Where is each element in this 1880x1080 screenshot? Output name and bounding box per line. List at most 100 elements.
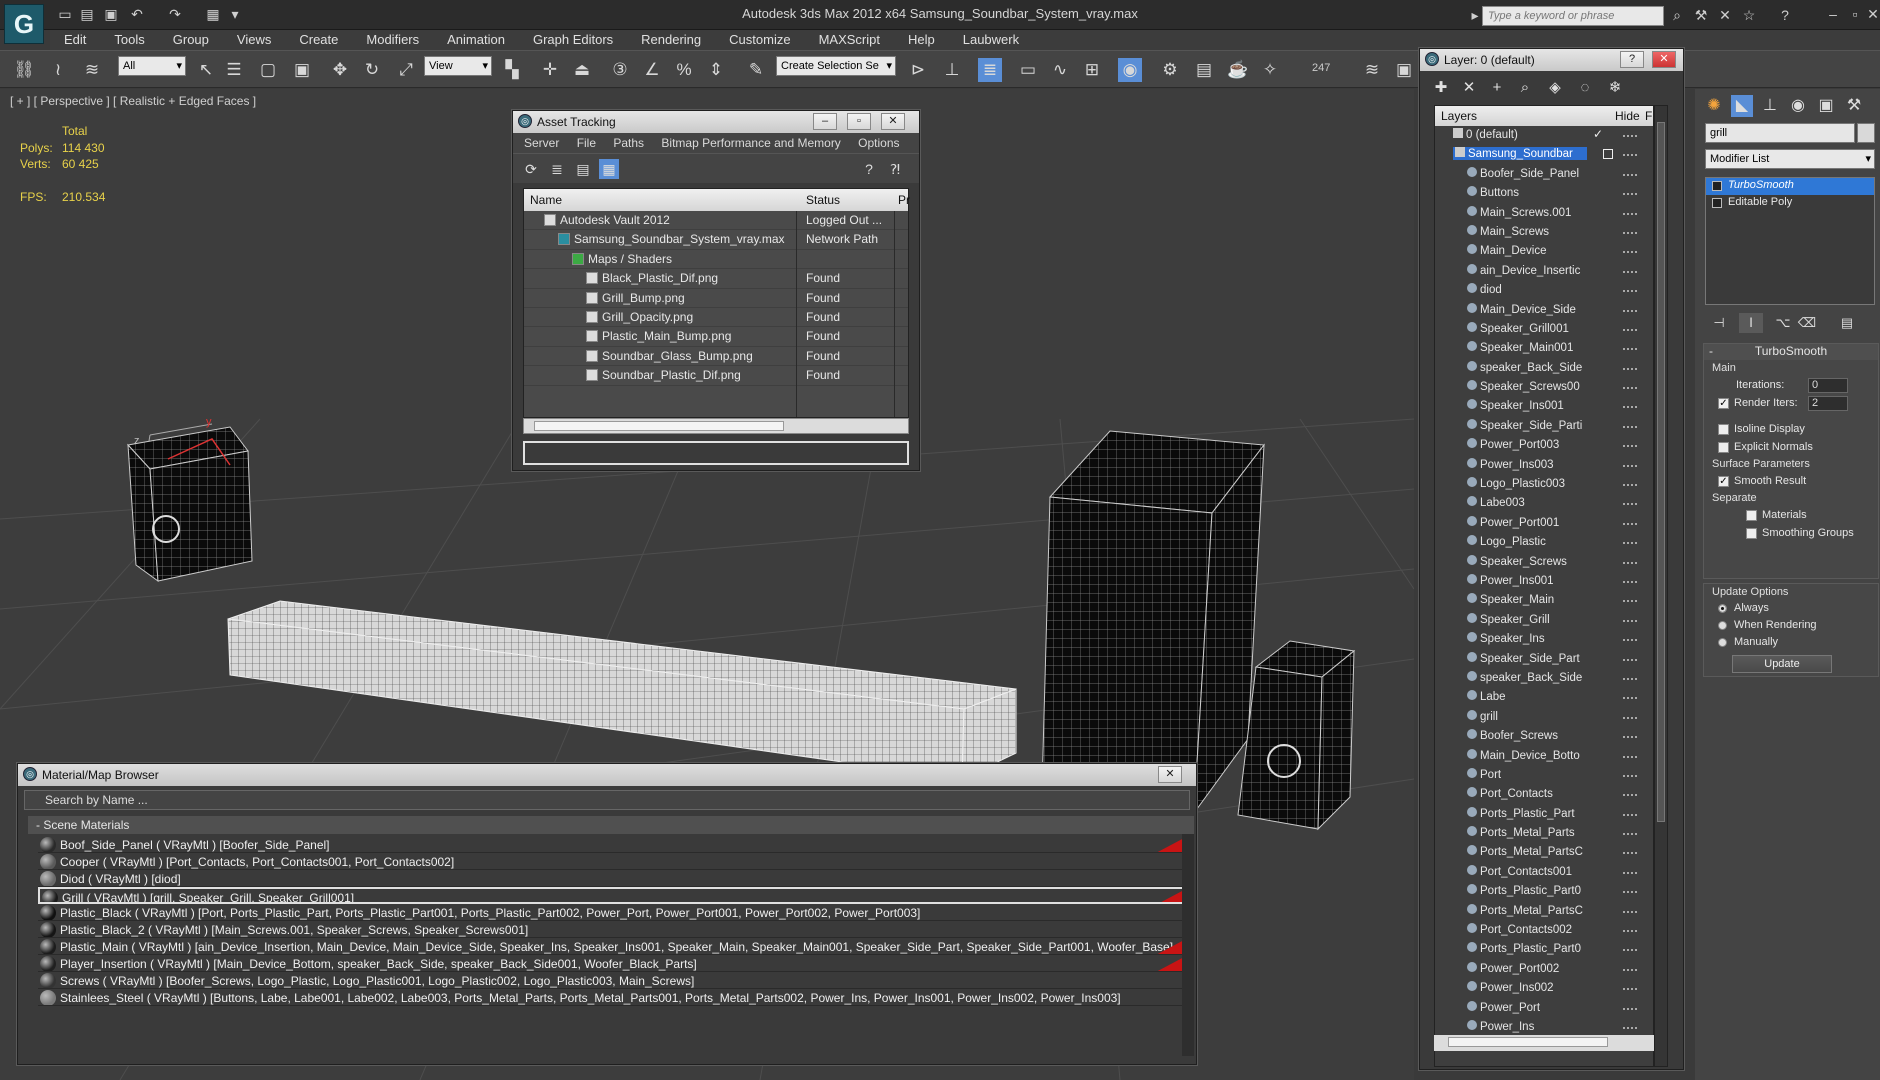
menu-group[interactable]: Group bbox=[159, 30, 223, 47]
asset-help-icon[interactable]: ? bbox=[859, 159, 879, 179]
update-when-rendering-radio[interactable] bbox=[1718, 621, 1727, 630]
layer-object-row[interactable]: Boofer_Screws bbox=[1435, 727, 1653, 746]
hide-toggle[interactable] bbox=[1623, 173, 1637, 176]
create-layer-icon[interactable]: ✚ bbox=[1430, 78, 1452, 98]
pivot-center-icon[interactable]: ▚ bbox=[500, 58, 524, 82]
render-iters-checkbox[interactable]: ✓ bbox=[1718, 398, 1729, 409]
material-vertical-scrollbar[interactable] bbox=[1182, 834, 1194, 1056]
layer-window-titlebar[interactable]: ◎ Layer: 0 (default) ? ✕ bbox=[1420, 49, 1683, 71]
toolbar-extra2-icon[interactable]: ▣ bbox=[1392, 58, 1416, 82]
add-to-layer-icon[interactable]: + bbox=[1486, 78, 1508, 98]
material-row[interactable]: Stainlees_Steel ( VRayMtl ) [Buttons, La… bbox=[38, 989, 1188, 1006]
configure-sets-icon[interactable]: ▤ bbox=[1835, 313, 1859, 333]
create-tab-icon[interactable]: ✺ bbox=[1703, 95, 1725, 117]
layer-object-row[interactable]: Power_Port002 bbox=[1435, 960, 1653, 979]
layer-object-row[interactable]: Ports_Metal_Parts bbox=[1435, 824, 1653, 843]
hide-toggle[interactable] bbox=[1623, 522, 1637, 525]
delete-layer-icon[interactable]: ✕ bbox=[1458, 78, 1480, 98]
asset-row[interactable]: Soundbar_Plastic_Dif.png Found bbox=[524, 366, 908, 386]
layer-object-row[interactable]: Ports_Plastic_Part bbox=[1435, 805, 1653, 824]
material-search-input[interactable]: Search by Name ... bbox=[24, 790, 1190, 810]
remove-modifier-icon[interactable]: ⌫ bbox=[1795, 313, 1819, 333]
layer-object-row[interactable]: Port_Contacts002 bbox=[1435, 921, 1653, 940]
hide-toggle[interactable] bbox=[1623, 968, 1637, 971]
freeze-all-icon[interactable]: ❄ bbox=[1604, 78, 1626, 98]
subscription-icon[interactable]: ⚒ bbox=[1692, 6, 1710, 24]
keyboard-shortcut-icon[interactable]: ⏏ bbox=[570, 58, 594, 82]
asset-minimize-icon[interactable]: – bbox=[813, 113, 837, 130]
hide-toggle[interactable] bbox=[1623, 425, 1637, 428]
hide-toggle[interactable] bbox=[1623, 1007, 1637, 1010]
layer-row[interactable]: 0 (default) ✓ bbox=[1435, 126, 1653, 145]
layer-manager-icon[interactable]: ≣ bbox=[978, 58, 1002, 82]
layer-row[interactable]: Samsung_Soundbar bbox=[1435, 145, 1653, 164]
asset-row[interactable]: Grill_Bump.png Found bbox=[524, 289, 908, 308]
mirror-icon[interactable]: ⊳ bbox=[906, 58, 930, 82]
hide-toggle[interactable] bbox=[1623, 251, 1637, 254]
hide-toggle[interactable] bbox=[1623, 949, 1637, 952]
help-icon[interactable]: ? bbox=[1776, 6, 1794, 24]
smoothing-groups-checkbox[interactable] bbox=[1746, 528, 1757, 539]
material-row[interactable]: Diod ( VRayMtl ) [diod] bbox=[38, 870, 1188, 887]
menu-laubwerk[interactable]: Laubwerk bbox=[949, 30, 1033, 47]
layer-object-row[interactable]: speaker_Back_Side bbox=[1435, 359, 1653, 378]
menu-modifiers[interactable]: Modifiers bbox=[352, 30, 433, 47]
communication-icon[interactable]: ✕ bbox=[1716, 6, 1734, 24]
hide-toggle[interactable] bbox=[1623, 794, 1637, 797]
close-icon[interactable]: ✕ bbox=[1862, 4, 1880, 24]
menu-animation[interactable]: Animation bbox=[433, 30, 519, 47]
asset-scroll-thumb[interactable] bbox=[534, 421, 784, 431]
schematic-view-icon[interactable]: ⊞ bbox=[1080, 58, 1104, 82]
hide-toggle[interactable] bbox=[1623, 212, 1637, 215]
material-row[interactable]: Plastic_Black ( VRayMtl ) [Port, Ports_P… bbox=[38, 904, 1188, 921]
hide-toggle[interactable] bbox=[1623, 833, 1637, 836]
menu-maxscript[interactable]: MAXScript bbox=[805, 30, 894, 47]
quick-access-dropdown-icon[interactable]: ▾ bbox=[226, 5, 244, 23]
asset-maximize-icon[interactable]: ▫ bbox=[847, 113, 871, 130]
asset-menu-paths[interactable]: Paths bbox=[613, 136, 644, 150]
undo-icon[interactable]: ↶ bbox=[128, 5, 146, 23]
graphite-tools-icon[interactable]: ▭ bbox=[1016, 58, 1040, 82]
asset-row[interactable]: Black_Plastic_Dif.png Found bbox=[524, 269, 908, 289]
stack-item-editable-poly[interactable]: Editable Poly bbox=[1706, 195, 1874, 212]
subwoofer-mesh[interactable] bbox=[1041, 430, 1265, 815]
material-row[interactable]: Player_Insertion ( VRayMtl ) [Main_Devic… bbox=[38, 955, 1188, 972]
asset-tracking-titlebar[interactable]: ◎ Asset Tracking – ▫ ✕ bbox=[513, 111, 919, 133]
layer-help-icon[interactable]: ? bbox=[1620, 51, 1644, 68]
left-speaker-mesh[interactable] bbox=[127, 426, 253, 583]
modify-tab-icon[interactable]: ◣ bbox=[1731, 95, 1753, 117]
layer-object-row[interactable]: speaker_Back_Side bbox=[1435, 669, 1653, 688]
update-manually-radio[interactable] bbox=[1718, 638, 1727, 647]
iterations-spinner[interactable]: 0 bbox=[1808, 378, 1848, 393]
asset-row[interactable]: Samsung_Soundbar_System_vray.max Network … bbox=[524, 230, 908, 250]
layer-object-row[interactable]: Power_Port bbox=[1435, 999, 1653, 1018]
menu-rendering[interactable]: Rendering bbox=[627, 30, 715, 47]
redo-icon[interactable]: ↷ bbox=[166, 5, 184, 23]
favorites-star-icon[interactable]: ☆ bbox=[1740, 6, 1758, 24]
select-object-icon[interactable]: ↖ bbox=[194, 58, 218, 82]
render-iters-spinner[interactable]: 2 bbox=[1808, 396, 1848, 411]
hide-toggle[interactable] bbox=[1623, 852, 1637, 855]
snaps-toggle-icon[interactable]: ③ bbox=[608, 58, 632, 82]
hide-toggle[interactable] bbox=[1623, 658, 1637, 661]
select-manipulate-icon[interactable]: ✛ bbox=[538, 58, 562, 82]
layer-object-row[interactable]: Power_Ins001 bbox=[1435, 572, 1653, 591]
select-in-layer-icon[interactable]: ⌕ bbox=[1514, 78, 1536, 98]
layer-col-f[interactable]: F bbox=[1645, 109, 1652, 123]
object-name-field[interactable]: grill bbox=[1705, 123, 1855, 143]
display-tab-icon[interactable]: ▣ bbox=[1815, 95, 1837, 117]
menu-tools[interactable]: Tools bbox=[100, 30, 158, 47]
hide-toggle[interactable] bbox=[1623, 290, 1637, 293]
hide-toggle[interactable] bbox=[1623, 309, 1637, 312]
hide-toggle[interactable] bbox=[1623, 270, 1637, 273]
hide-toggle[interactable] bbox=[1623, 755, 1637, 758]
make-current-box-icon[interactable] bbox=[1603, 149, 1613, 160]
render-iterative-icon[interactable]: ✧ bbox=[1258, 58, 1282, 82]
stack-item-turbosmooth[interactable]: TurboSmooth bbox=[1706, 178, 1874, 195]
menu-help[interactable]: Help bbox=[894, 30, 949, 47]
layer-object-row[interactable]: Main_Screws.001 bbox=[1435, 204, 1653, 223]
hide-toggle[interactable] bbox=[1623, 367, 1637, 370]
layer-object-row[interactable]: Speaker_Main001 bbox=[1435, 339, 1653, 358]
utilities-tab-icon[interactable]: ⚒ bbox=[1843, 95, 1865, 117]
hide-toggle[interactable] bbox=[1623, 348, 1637, 351]
